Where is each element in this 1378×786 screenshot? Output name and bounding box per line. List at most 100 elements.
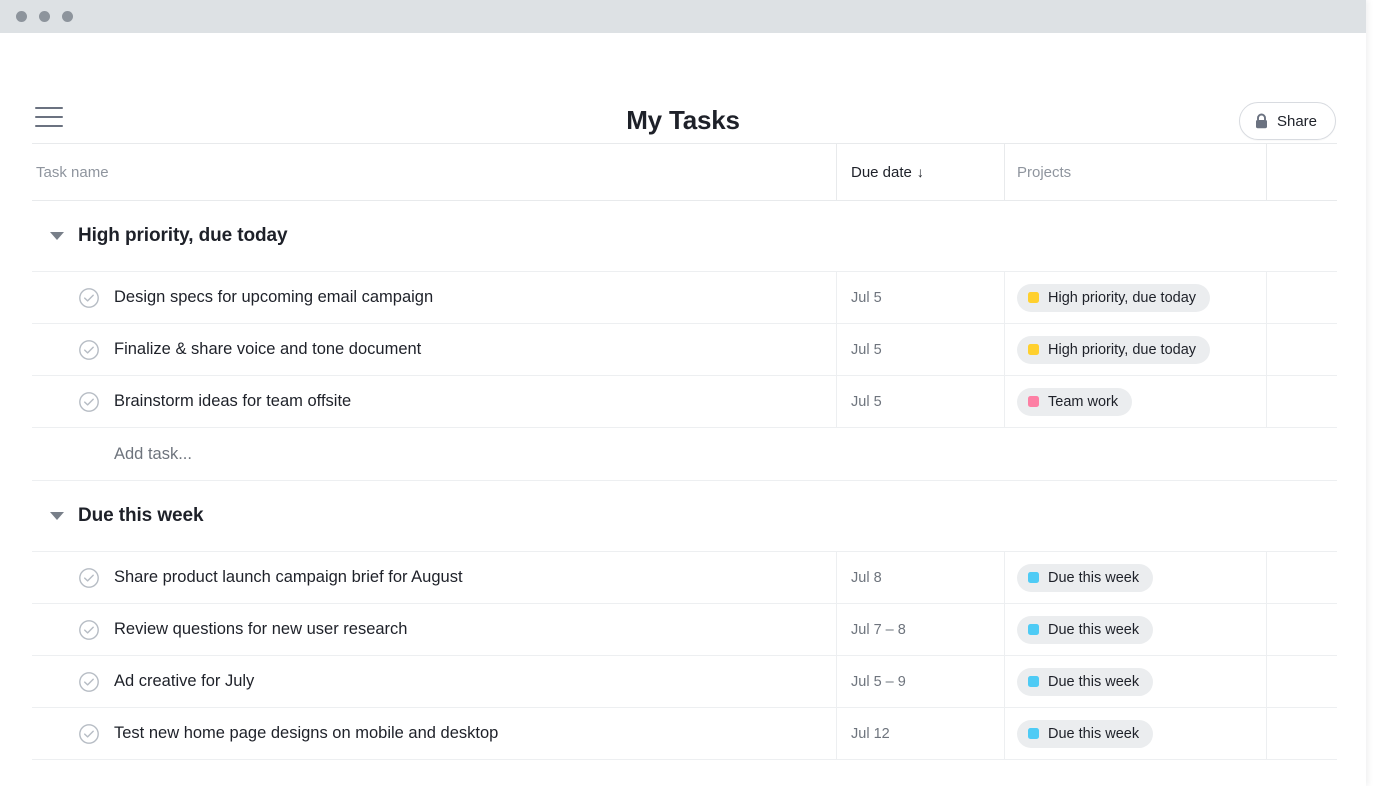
- project-tag[interactable]: High priority, due today: [1017, 283, 1211, 312]
- task-due-date-cell[interactable]: Jul 5: [836, 376, 1004, 427]
- table-row[interactable]: Ad creative for July Jul 5 – 9 Due this we…: [32, 655, 1337, 707]
- share-button-label: Share: [1276, 112, 1317, 130]
- task-name-cell[interactable]: Review questions for new user research: [32, 604, 836, 655]
- task-projects-cell[interactable]: Due this week: [1004, 604, 1266, 655]
- check-circle-icon[interactable]: [78, 391, 100, 413]
- task-extra-cell[interactable]: [1266, 604, 1336, 655]
- task-name-cell[interactable]: Ad creative for July: [32, 656, 836, 707]
- project-tag[interactable]: Team work: [1017, 387, 1133, 416]
- add-task-cell[interactable]: Add task...: [32, 428, 836, 480]
- window-maximize-button[interactable]: [62, 11, 73, 22]
- column-header-extra[interactable]: [1266, 144, 1336, 200]
- task-projects-cell[interactable]: Due this week: [1004, 708, 1266, 759]
- project-tag[interactable]: Due this week: [1017, 615, 1154, 644]
- task-extra-cell[interactable]: [1266, 324, 1336, 375]
- project-color-swatch: [1028, 292, 1039, 303]
- check-circle-icon[interactable]: [78, 339, 100, 361]
- project-tag-label: Due this week: [1048, 673, 1140, 690]
- task-section-title: High priority, due today: [78, 225, 288, 246]
- task-projects-cell[interactable]: Due this week: [1004, 656, 1266, 707]
- project-tag-label: High priority, due today: [1048, 289, 1197, 306]
- task-due-date-cell[interactable]: Jul 8: [836, 552, 1004, 603]
- task-name-cell[interactable]: Design specs for upcoming email campaign: [32, 272, 836, 323]
- column-header-projects-label: Projects: [1017, 163, 1072, 181]
- table-row[interactable]: Test new home page designs on mobile and…: [32, 707, 1337, 759]
- task-projects-cell[interactable]: High priority, due today: [1004, 324, 1266, 375]
- task-projects-cell[interactable]: Team work: [1004, 376, 1266, 427]
- sort-descending-icon: ↓: [916, 163, 924, 180]
- task-name-label: Review questions for new user research: [114, 620, 408, 638]
- table-bottom-rule: [32, 759, 1337, 784]
- check-circle-icon[interactable]: [78, 619, 100, 641]
- task-due-date-label: Jul 5 – 9: [851, 673, 906, 690]
- task-name-cell[interactable]: Share product launch campaign brief for …: [32, 552, 836, 603]
- task-name-cell[interactable]: Finalize & share voice and tone document: [32, 324, 836, 375]
- check-circle-icon[interactable]: [78, 723, 100, 745]
- app-window: My Tasks Share Task name Due date ↓ Proje…: [0, 0, 1366, 786]
- task-extra-cell[interactable]: [1266, 272, 1336, 323]
- share-button[interactable]: Share: [1238, 102, 1336, 140]
- task-extra-cell[interactable]: [1266, 376, 1336, 427]
- tasks-body: High priority, due today Design specs for…: [32, 201, 1337, 759]
- task-due-date-cell[interactable]: Jul 5: [836, 272, 1004, 323]
- column-header-due-date[interactable]: Due date ↓: [836, 144, 1004, 200]
- task-name-cell[interactable]: Brainstorm ideas for team offsite: [32, 376, 836, 427]
- project-tag[interactable]: Due this week: [1017, 719, 1154, 748]
- task-extra-cell[interactable]: [1266, 708, 1336, 759]
- task-due-date-cell[interactable]: Jul 5: [836, 324, 1004, 375]
- column-header-projects[interactable]: Projects: [1004, 144, 1266, 200]
- table-row[interactable]: Design specs for upcoming email campaign…: [32, 271, 1337, 323]
- task-name-label: Design specs for upcoming email campaign: [114, 288, 434, 306]
- task-section-header[interactable]: Due this week: [32, 480, 1337, 551]
- check-circle-icon[interactable]: [78, 287, 100, 309]
- window-minimize-button[interactable]: [39, 11, 50, 22]
- window-close-button[interactable]: [16, 11, 27, 22]
- project-color-swatch: [1028, 728, 1039, 739]
- task-due-date-cell[interactable]: Jul 12: [836, 708, 1004, 759]
- tasks-table: Task name Due date ↓ Projects High priori…: [32, 143, 1337, 784]
- project-tag[interactable]: Due this week: [1017, 563, 1154, 592]
- project-tag-label: Team work: [1048, 393, 1119, 410]
- app-header: My Tasks Share: [0, 33, 1366, 143]
- table-row[interactable]: Finalize & share voice and tone document…: [32, 323, 1337, 375]
- project-tag-label: Due this week: [1048, 621, 1140, 638]
- task-name-label: Share product launch campaign brief for …: [114, 568, 463, 586]
- check-circle-icon[interactable]: [78, 671, 100, 693]
- lock-icon: [1255, 113, 1267, 128]
- task-extra-cell[interactable]: [1266, 552, 1336, 603]
- task-name-label: Ad creative for July: [114, 672, 255, 690]
- task-projects-cell[interactable]: Due this week: [1004, 552, 1266, 603]
- task-due-date-label: Jul 8: [851, 569, 882, 586]
- task-due-date-label: Jul 5: [851, 289, 882, 306]
- caret-down-icon[interactable]: [50, 232, 64, 240]
- column-header-task-name[interactable]: Task name: [32, 144, 836, 200]
- project-color-swatch: [1028, 572, 1039, 583]
- project-color-swatch: [1028, 344, 1039, 355]
- project-color-swatch: [1028, 676, 1039, 687]
- task-projects-cell[interactable]: High priority, due today: [1004, 272, 1266, 323]
- table-row[interactable]: Brainstorm ideas for team offsite Jul 5 Te…: [32, 375, 1337, 427]
- check-circle-icon[interactable]: [78, 567, 100, 589]
- table-row[interactable]: Share product launch campaign brief for …: [32, 551, 1337, 603]
- add-task-row[interactable]: Add task...: [32, 427, 1337, 480]
- add-task-label: Add task...: [114, 444, 192, 463]
- project-tag-label: Due this week: [1048, 569, 1140, 586]
- task-name-label: Test new home page designs on mobile and…: [114, 724, 499, 742]
- task-due-date-label: Jul 5: [851, 393, 882, 410]
- column-header-task-name-label: Task name: [36, 163, 109, 181]
- project-tag-label: High priority, due today: [1048, 341, 1197, 358]
- task-name-cell[interactable]: Test new home page designs on mobile and…: [32, 708, 836, 759]
- project-tag-label: Due this week: [1048, 725, 1140, 742]
- task-name-label: Brainstorm ideas for team offsite: [114, 392, 352, 410]
- task-due-date-cell[interactable]: Jul 7 – 8: [836, 604, 1004, 655]
- task-section-header[interactable]: High priority, due today: [32, 201, 1337, 271]
- window-titlebar: [0, 0, 1366, 33]
- project-tag[interactable]: High priority, due today: [1017, 335, 1211, 364]
- project-tag[interactable]: Due this week: [1017, 667, 1154, 696]
- project-color-swatch: [1028, 396, 1039, 407]
- table-row[interactable]: Review questions for new user research Ju…: [32, 603, 1337, 655]
- task-extra-cell[interactable]: [1266, 656, 1336, 707]
- table-header-row: Task name Due date ↓ Projects: [32, 143, 1337, 201]
- task-due-date-cell[interactable]: Jul 5 – 9: [836, 656, 1004, 707]
- caret-down-icon[interactable]: [50, 512, 64, 520]
